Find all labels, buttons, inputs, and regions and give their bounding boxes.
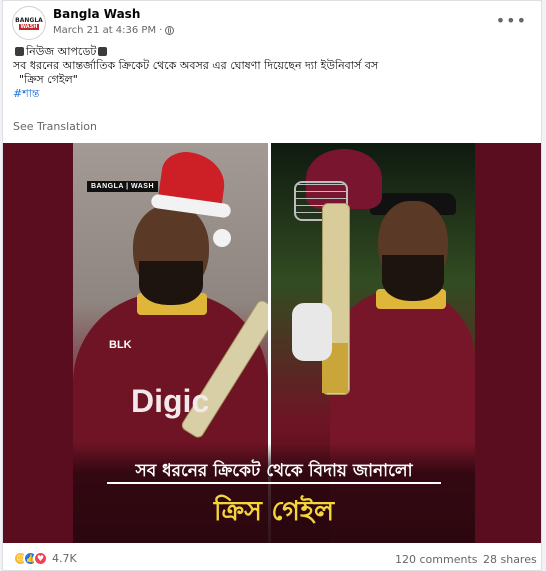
shares-count[interactable]: 28 shares bbox=[483, 553, 537, 566]
more-options-button[interactable]: ••• bbox=[496, 11, 527, 30]
post-text-line-2: সব ধরনের আন্তর্জাতিক ক্রিকেট থেকে অবসর এ… bbox=[13, 59, 379, 72]
photo-collage: BLK Digic BANGLA | WASH সব ধরনের ক্রিকেট… bbox=[73, 143, 475, 543]
post-image[interactable]: BLK Digic BANGLA | WASH সব ধরনের ক্রিকেট… bbox=[3, 143, 541, 543]
post-meta: March 21 at 4:36 PM · bbox=[53, 25, 175, 36]
post-text: নিউজ আপডেট সব ধরনের আন্তর্জাতিক ক্রিকেট … bbox=[13, 45, 533, 101]
hashtag-link[interactable]: #শান্ত bbox=[13, 87, 533, 101]
comments-count[interactable]: 120 comments bbox=[395, 553, 477, 566]
post-header: BANGLA WASH Bangla Wash March 21 at 4:36… bbox=[3, 1, 541, 45]
santa-hat-pompom bbox=[213, 229, 231, 247]
image-caption-line-2: ক্রিস গেইল bbox=[213, 496, 335, 527]
post-timestamp[interactable]: March 21 at 4:36 PM bbox=[53, 25, 156, 36]
player-beard bbox=[139, 261, 203, 305]
post-text-line-1: নিউজ আপডেট bbox=[13, 45, 533, 59]
post-card: BANGLA WASH Bangla Wash March 21 at 4:36… bbox=[2, 0, 542, 571]
jersey-logo: BLK bbox=[109, 339, 132, 351]
black-square-icon bbox=[98, 47, 108, 56]
reactions-summary[interactable]: ☹ 👍 ♥ 4.7K bbox=[13, 551, 77, 566]
love-reaction-icon: ♥ bbox=[33, 551, 48, 566]
page-name[interactable]: Bangla Wash bbox=[53, 7, 140, 21]
page-avatar[interactable]: BANGLA WASH bbox=[12, 6, 46, 40]
globe-icon bbox=[165, 26, 175, 35]
see-translation-link[interactable]: See Translation bbox=[13, 120, 97, 133]
brand-watermark: BANGLA | WASH bbox=[87, 181, 159, 192]
jersey-sponsor-text: Digic bbox=[131, 383, 210, 419]
batting-glove bbox=[292, 303, 332, 361]
avatar-logo-top: BANGLA bbox=[15, 16, 43, 24]
player-beard bbox=[382, 255, 444, 301]
post-footer: ☹ 👍 ♥ 4.7K 120 comments 28 shares bbox=[3, 543, 541, 570]
caption-divider bbox=[107, 482, 441, 484]
avatar-logo-bottom: WASH bbox=[18, 23, 40, 30]
reaction-count[interactable]: 4.7K bbox=[52, 552, 77, 565]
black-square-icon bbox=[15, 47, 24, 56]
post-text-line-3: "ক্রিস গেইল" bbox=[19, 73, 78, 86]
